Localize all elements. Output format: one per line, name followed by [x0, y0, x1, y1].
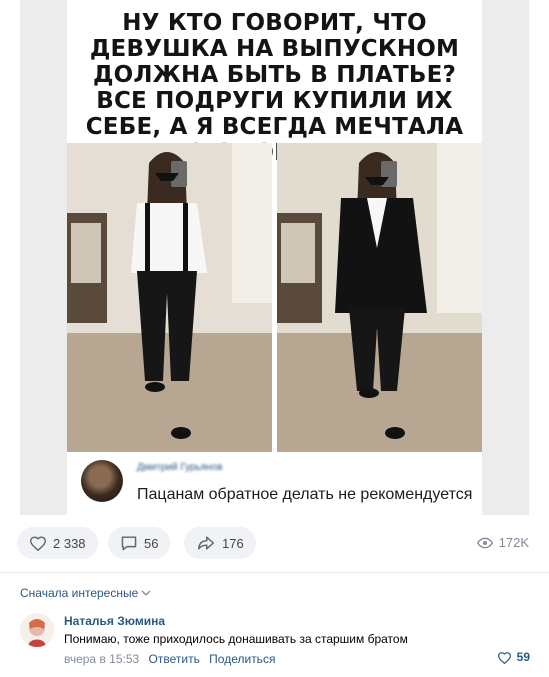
heart-icon [497, 651, 511, 664]
share-link[interactable]: Поделиться [209, 652, 275, 666]
meme-panel: НУ КТО ГОВОРИТ, ЧТО ДЕВУШКА НА ВЫПУСКНОМ… [67, 0, 482, 515]
comment-button[interactable]: 56 [108, 527, 171, 559]
photo-suspenders-outfit [67, 143, 272, 452]
chevron-down-icon [141, 590, 151, 596]
comment-like-button[interactable]: 59 [497, 650, 530, 664]
like-button[interactable]: 2 338 [17, 527, 98, 559]
comment-count: 56 [144, 535, 159, 551]
post-actions-bar: 2 338 56 176 172K [0, 527, 549, 561]
eye-icon [476, 537, 493, 548]
embedded-comment-card: Дмитрий Гурьянов Пацанам обратное делать… [67, 452, 482, 515]
share-icon [198, 536, 214, 550]
sort-label: Сначала интересные [20, 586, 139, 600]
comment-avatar[interactable] [20, 613, 54, 647]
photo-tuxedo-outfit [277, 143, 482, 452]
reply-link[interactable]: Ответить [149, 652, 200, 666]
views-count: 172K [498, 535, 529, 550]
section-divider [0, 572, 549, 573]
share-count: 176 [222, 535, 244, 551]
embedded-comment-author: Дмитрий Гурьянов [137, 462, 223, 473]
comment-item: Наталья Зюмина Понимаю, тоже приходилось… [20, 611, 530, 671]
heart-icon [29, 536, 47, 551]
comment-meta: вчера в 15:53 Ответить Поделиться [64, 652, 275, 666]
comments-sort-dropdown[interactable]: Сначала интересные [20, 586, 151, 600]
comment-like-count: 59 [516, 650, 530, 664]
embedded-comment-avatar [81, 460, 123, 502]
post-image[interactable]: НУ КТО ГОВОРИТ, ЧТО ДЕВУШКА НА ВЫПУСКНОМ… [20, 0, 529, 515]
like-count: 2 338 [53, 535, 86, 551]
comment-author[interactable]: Наталья Зюмина [64, 614, 165, 628]
embedded-comment-text: Пацанам обратное делать не рекомендуется [137, 486, 473, 503]
comment-time[interactable]: вчера в 15:53 [64, 652, 139, 666]
views-counter: 172K [476, 535, 529, 550]
share-button[interactable]: 176 [184, 527, 256, 559]
comment-text: Понимаю, тоже приходилось донашивать за … [64, 632, 408, 646]
comment-icon [121, 536, 137, 551]
